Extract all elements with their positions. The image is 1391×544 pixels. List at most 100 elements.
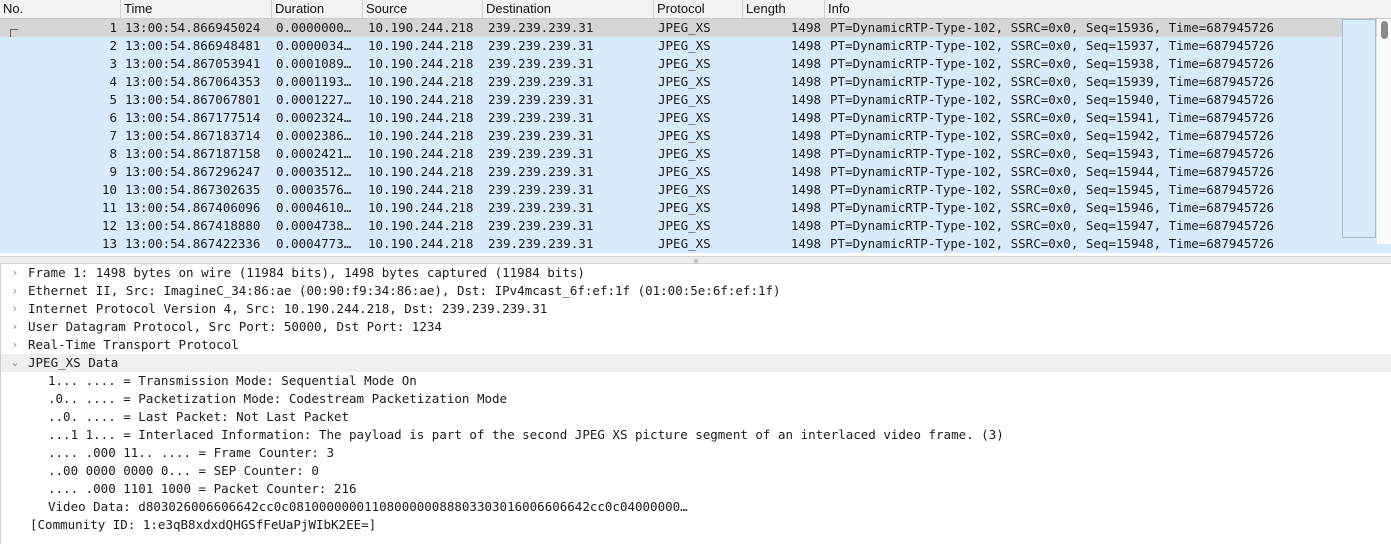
packet-cell-length: 1498 <box>790 236 821 251</box>
packet-list-scrollbar[interactable] <box>1377 19 1391 244</box>
jpeg-xs-field-sep-counter[interactable]: ..00 0000 0000 0... = SEP Counter: 0 <box>1 462 1391 480</box>
column-length[interactable]: Length <box>743 0 825 18</box>
jpeg-xs-field-frame-counter[interactable]: .... .000 11.. .... = Frame Counter: 3 <box>1 444 1391 462</box>
packet-cell-duration: 0.0003512… <box>276 164 352 179</box>
packet-cell-length: 1498 <box>790 218 821 233</box>
column-source[interactable]: Source <box>363 0 483 18</box>
packet-cell-time: 13:00:54.867418880 <box>125 218 261 233</box>
pane-splitter[interactable] <box>0 256 1391 264</box>
packet-cell-info: PT=DynamicRTP-Type-102, SSRC=0x0, Seq=15… <box>830 110 1275 125</box>
packet-cell-info: PT=DynamicRTP-Type-102, SSRC=0x0, Seq=15… <box>830 56 1275 71</box>
packet-row[interactable]: 1 13:00:54.866945024 0.0000000… 10.190.244.… <box>0 19 1391 38</box>
packet-cell-no: 7 <box>109 128 117 143</box>
packet-row[interactable]: 7 13:00:54.867183714 0.0002386… 10.190.244.… <box>0 127 1391 145</box>
packet-cell-time: 13:00:54.867187158 <box>125 146 261 161</box>
detail-community-id[interactable]: [Community ID: 1:e3qB8xdxdQHGSfFeUaPjWIb… <box>1 516 1391 534</box>
packet-cell-info: PT=DynamicRTP-Type-102, SSRC=0x0, Seq=15… <box>830 20 1275 35</box>
packet-cell-info: PT=DynamicRTP-Type-102, SSRC=0x0, Seq=15… <box>830 74 1275 89</box>
detail-jpeg-xs[interactable]: ⌄ JPEG_XS Data <box>1 354 1391 372</box>
chevron-right-icon[interactable]: › <box>9 282 21 300</box>
packet-cell-duration: 0.0004773… <box>276 236 352 251</box>
packet-cell-length: 1498 <box>790 56 821 71</box>
detail-udp[interactable]: › User Datagram Protocol, Src Port: 5000… <box>1 318 1391 336</box>
packet-cell-length: 1498 <box>790 110 821 125</box>
packet-cell-protocol: JPEG_XS <box>658 74 711 89</box>
packet-cell-duration: 0.0002421… <box>276 146 352 161</box>
chevron-right-icon[interactable]: › <box>9 300 21 318</box>
chevron-right-icon[interactable]: › <box>9 336 21 354</box>
packet-cell-info: PT=DynamicRTP-Type-102, SSRC=0x0, Seq=15… <box>830 236 1275 251</box>
detail-frame[interactable]: › Frame 1: 1498 bytes on wire (11984 bit… <box>1 264 1391 282</box>
packet-cell-time: 13:00:54.866948481 <box>125 38 261 53</box>
packet-row[interactable]: 9 13:00:54.867296247 0.0003512… 10.190.244.… <box>0 163 1391 181</box>
packet-cell-length: 1498 <box>790 128 821 143</box>
jpeg-xs-field-transmission-mode[interactable]: 1... .... = Transmission Mode: Sequentia… <box>1 372 1391 390</box>
packet-cell-info: PT=DynamicRTP-Type-102, SSRC=0x0, Seq=15… <box>830 182 1275 197</box>
packet-cell-destination: 239.239.239.31 <box>488 38 594 53</box>
packet-cell-no: 12 <box>101 218 117 233</box>
packet-cell-duration: 0.0001089… <box>276 56 352 71</box>
column-info[interactable]: Info <box>825 0 1391 18</box>
packet-cell-source: 10.190.244.218 <box>368 56 474 71</box>
packet-cell-duration: 0.0001227… <box>276 92 352 107</box>
packet-row[interactable]: 12 13:00:54.867418880 0.0004738… 10.190.244… <box>0 217 1391 235</box>
packet-cell-protocol: JPEG_XS <box>658 56 711 71</box>
jpeg-xs-field-last-packet[interactable]: ..0. .... = Last Packet: Not Last Packet <box>1 408 1391 426</box>
packet-cell-source: 10.190.244.218 <box>368 74 474 89</box>
jpeg-xs-field-video-data[interactable]: Video Data: d803026006606642cc0c08100000… <box>1 498 1391 516</box>
packet-cell-duration: 0.0000000… <box>276 20 352 35</box>
packet-row[interactable]: 5 13:00:54.867067801 0.0001227… 10.190.244.… <box>0 91 1391 109</box>
chevron-right-icon[interactable]: › <box>9 318 21 336</box>
packet-cell-source: 10.190.244.218 <box>368 200 474 215</box>
detail-ipv4[interactable]: › Internet Protocol Version 4, Src: 10.1… <box>1 300 1391 318</box>
packet-cell-protocol: JPEG_XS <box>658 128 711 143</box>
packet-row[interactable]: 10 13:00:54.867302635 0.0003576… 10.190.244… <box>0 181 1391 199</box>
column-no[interactable]: No. <box>0 0 121 18</box>
packet-cell-protocol: JPEG_XS <box>658 218 711 233</box>
column-time[interactable]: Time <box>121 0 272 18</box>
packet-minimap[interactable] <box>1342 19 1376 238</box>
packet-cell-length: 1498 <box>790 146 821 161</box>
packet-cell-duration: 0.0000034… <box>276 38 352 53</box>
packet-row[interactable]: 3 13:00:54.867053941 0.0001089… 10.190.244.… <box>0 55 1391 73</box>
packet-cell-length: 1498 <box>790 74 821 89</box>
packet-list-pane[interactable]: No. Time Duration Source Destination Pro… <box>0 0 1391 256</box>
packet-cell-time: 13:00:54.867296247 <box>125 164 261 179</box>
splitter-grip-icon <box>694 259 698 263</box>
packet-cell-protocol: JPEG_XS <box>658 110 711 125</box>
packet-row[interactable]: 6 13:00:54.867177514 0.0002324… 10.190.244.… <box>0 109 1391 127</box>
detail-rtp[interactable]: › Real-Time Transport Protocol <box>1 336 1391 354</box>
packet-cell-time: 13:00:54.867422336 <box>125 236 261 251</box>
packet-cell-info: PT=DynamicRTP-Type-102, SSRC=0x0, Seq=15… <box>830 128 1275 143</box>
packet-list-scrollbar-thumb[interactable] <box>1381 21 1388 39</box>
packet-cell-length: 1498 <box>790 182 821 197</box>
packet-row[interactable]: 2 13:00:54.866948481 0.0000034… 10.190.244.… <box>0 37 1391 55</box>
jpeg-xs-field-packetization-mode[interactable]: .0.. .... = Packetization Mode: Codestre… <box>1 390 1391 408</box>
packet-cell-no: 5 <box>109 92 117 107</box>
packet-cell-protocol: JPEG_XS <box>658 92 711 107</box>
detail-ethernet[interactable]: › Ethernet II, Src: ImagineC_34:86:ae (0… <box>1 282 1391 300</box>
packet-details-pane[interactable]: › Frame 1: 1498 bytes on wire (11984 bit… <box>0 264 1391 544</box>
packet-row[interactable]: 8 13:00:54.867187158 0.0002421… 10.190.244.… <box>0 145 1391 163</box>
column-destination[interactable]: Destination <box>483 0 654 18</box>
chevron-down-icon[interactable]: ⌄ <box>9 354 21 372</box>
column-protocol[interactable]: Protocol <box>654 0 743 18</box>
packet-cell-duration: 0.0001193… <box>276 74 352 89</box>
packet-cell-destination: 239.239.239.31 <box>488 20 594 35</box>
packet-cell-time: 13:00:54.867406096 <box>125 200 261 215</box>
packet-cell-no: 6 <box>109 110 117 125</box>
packet-cell-no: 2 <box>109 38 117 53</box>
packet-cell-protocol: JPEG_XS <box>658 200 711 215</box>
packet-row[interactable]: 11 13:00:54.867406096 0.0004610… 10.190.244… <box>0 199 1391 217</box>
packet-row[interactable]: 13 13:00:54.867422336 0.0004773… 10.190.244… <box>0 235 1391 253</box>
packet-cell-destination: 239.239.239.31 <box>488 74 594 89</box>
packet-cell-duration: 0.0002324… <box>276 110 352 125</box>
jpeg-xs-field-interlaced-info[interactable]: ...1 1... = Interlaced Information: The … <box>1 426 1391 444</box>
packet-cell-source: 10.190.244.218 <box>368 38 474 53</box>
jpeg-xs-field-packet-counter[interactable]: .... .000 1101 1000 = Packet Counter: 21… <box>1 480 1391 498</box>
packet-row[interactable]: 4 13:00:54.867064353 0.0001193… 10.190.244.… <box>0 73 1391 91</box>
packet-cell-info: PT=DynamicRTP-Type-102, SSRC=0x0, Seq=15… <box>830 146 1275 161</box>
packet-cell-destination: 239.239.239.31 <box>488 56 594 71</box>
column-duration[interactable]: Duration <box>272 0 363 18</box>
chevron-right-icon[interactable]: › <box>9 264 21 282</box>
